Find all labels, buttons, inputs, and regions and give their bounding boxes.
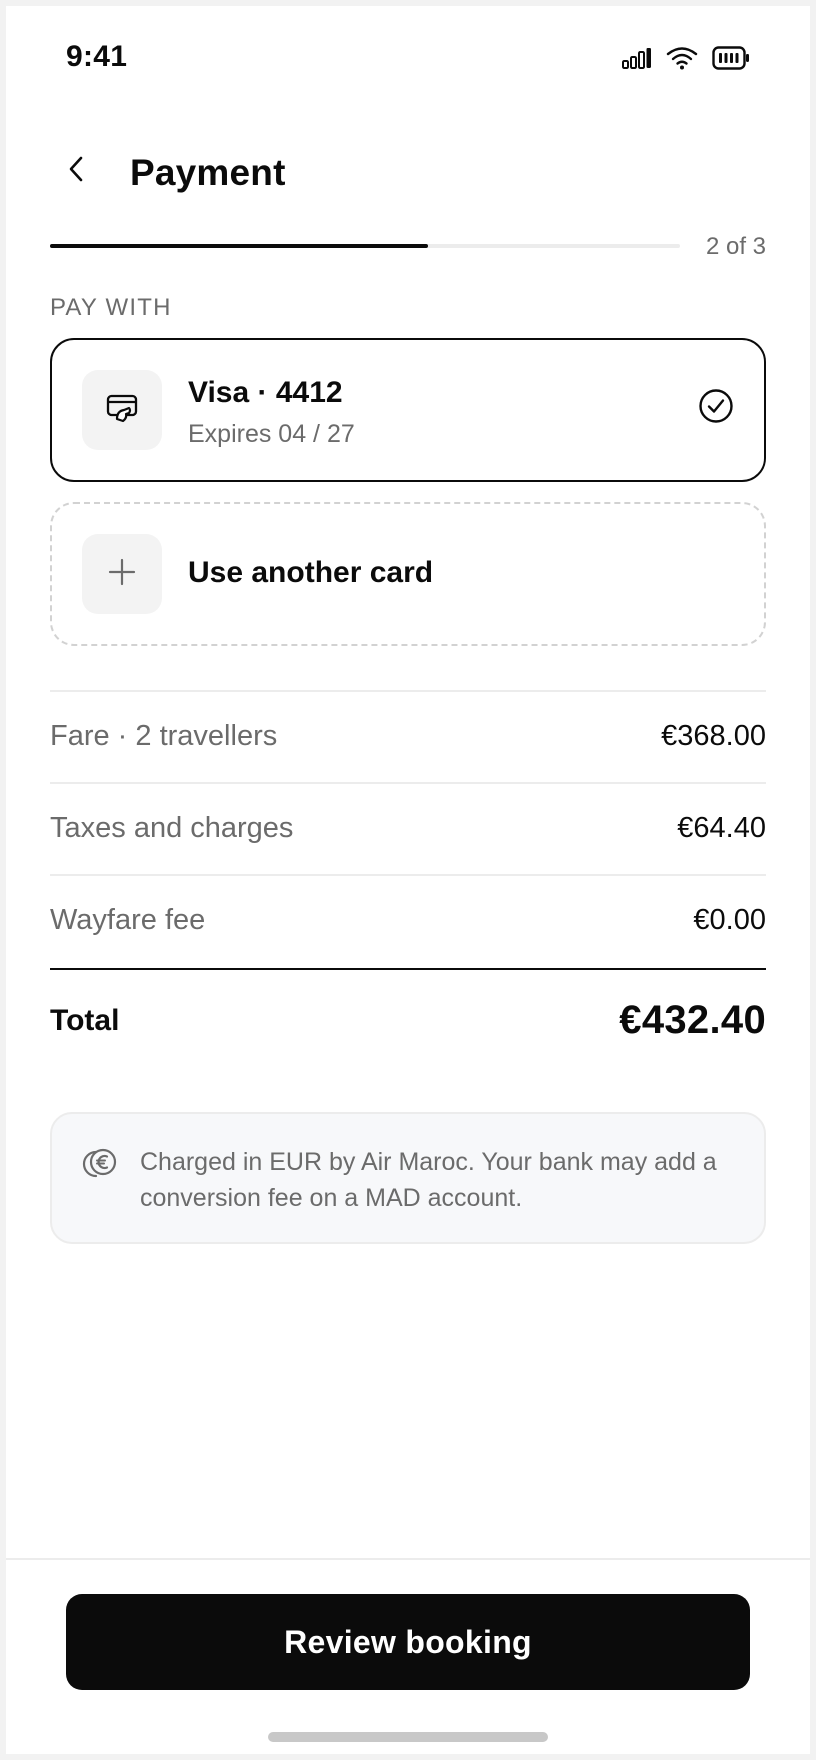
use-another-card-label: Use another card [188, 556, 434, 589]
progress-track [50, 244, 680, 248]
currency-notice-text: Charged in EUR by Air Maroc. Your bank m… [140, 1148, 717, 1212]
card-title: Visa · 4412 [188, 376, 343, 409]
total-row: Total €432.40 [50, 968, 766, 1058]
line-item-value: €64.40 [677, 812, 766, 844]
page-title: Payment [130, 152, 286, 193]
signal-icon [622, 47, 652, 69]
progress-fill [50, 244, 428, 248]
section-label-pay-with: PAY WITH [50, 294, 172, 321]
card-icon-box [82, 370, 162, 450]
plus-icon-box [82, 534, 162, 614]
card-expiry: Expires 04 / 27 [188, 420, 355, 448]
wifi-icon [666, 46, 698, 70]
header: Payment [6, 136, 810, 216]
status-time: 9:41 [66, 40, 128, 73]
line-item-value: €368.00 [661, 720, 766, 752]
review-booking-button[interactable]: Review booking [66, 1594, 750, 1690]
battery-icon [712, 46, 750, 70]
saved-card-option[interactable]: Visa · 4412 Expires 04 / 27 [50, 338, 766, 482]
euro-coin-icon [82, 1146, 118, 1187]
total-value: €432.40 [619, 998, 766, 1042]
line-item-taxes: Taxes and charges €64.40 [50, 782, 766, 874]
use-another-card-option[interactable]: Use another card [50, 502, 766, 646]
line-item-fee: Wayfare fee €0.00 [50, 874, 766, 966]
payment-screen: 9:41 Payment 2 of 3 PAY WITH Visa · 4412… [6, 6, 810, 1754]
status-icons [622, 46, 750, 70]
card-icon [105, 391, 139, 430]
home-indicator [268, 1732, 548, 1742]
line-item-label: Fare · 2 travellers [50, 720, 278, 752]
progress-label: 2 of 3 [705, 233, 766, 260]
line-item-label: Taxes and charges [50, 812, 294, 844]
plus-icon [107, 557, 137, 592]
check-circle-icon [698, 388, 734, 429]
line-item-label: Wayfare fee [50, 904, 206, 936]
line-item-fare: Fare · 2 travellers €368.00 [50, 690, 766, 782]
currency-notice: Charged in EUR by Air Maroc. Your bank m… [50, 1112, 766, 1244]
line-item-value: €0.00 [693, 904, 766, 936]
status-bar: 9:41 [6, 6, 810, 106]
footer: Review booking [6, 1558, 810, 1754]
back-button[interactable] [52, 146, 102, 196]
chevron-left-icon [66, 154, 88, 189]
total-label: Total [50, 1004, 120, 1037]
